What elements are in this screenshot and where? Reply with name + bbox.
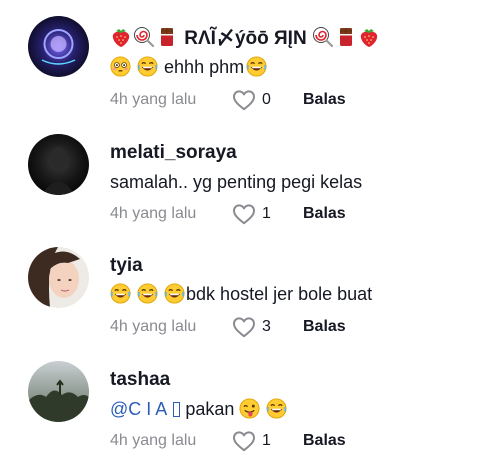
reply-button[interactable]: Balas (303, 203, 346, 225)
comment-timestamp: 4h yang lalu (110, 205, 197, 222)
strawberry-icon (358, 26, 380, 48)
reply-button[interactable]: Balas (303, 89, 346, 111)
comment-text: ehhh phm (110, 56, 268, 78)
comment-item: tashaa @C I A pakan 4h yang lalu 1 Balas (0, 346, 482, 458)
avatar[interactable]: ~ (28, 16, 89, 77)
comment-timestamp: 4h yang lalu (110, 318, 197, 335)
comment-item: melati_soraya samalah.. yg penting pegi … (0, 118, 482, 230)
reply-button[interactable]: Balas (303, 430, 346, 452)
tears-of-joy-icon (246, 56, 267, 77)
comment-text-body: bdk hostel jer bole buat (186, 284, 373, 304)
comment-text: samalah.. yg penting pegi kelas (110, 172, 363, 192)
winking-tongue-icon (239, 398, 260, 419)
comment-text: bdk hostel jer bole buat (110, 283, 372, 305)
comment-timestamp: 4h yang lalu (110, 91, 197, 108)
like-count: 0 (262, 91, 271, 108)
mention-link[interactable]: @C I A (110, 399, 166, 419)
comment-username[interactable]: tyia (110, 255, 143, 277)
strawberry-icon (110, 26, 132, 48)
tears-of-joy-icon (137, 283, 158, 304)
heart-outline-icon[interactable] (232, 203, 256, 225)
comment-text: @C I A pakan (110, 398, 288, 420)
like-count: 3 (262, 318, 271, 335)
heart-outline-icon[interactable] (232, 430, 256, 452)
lollipop-icon (133, 26, 155, 48)
flushed-face-icon (110, 56, 131, 77)
avatar[interactable] (28, 247, 89, 308)
tears-of-joy-icon (137, 56, 158, 77)
like-count: 1 (262, 432, 271, 449)
tears-of-joy-icon (164, 283, 185, 304)
username-text: RΛĨ〆ýōō ЯĮN (184, 28, 307, 49)
avatar[interactable] (28, 361, 89, 422)
tears-of-joy-icon (110, 283, 131, 304)
comment-username[interactable]: tashaa (110, 369, 170, 391)
avatar[interactable] (28, 134, 89, 195)
reply-button[interactable]: Balas (303, 316, 346, 338)
comment-timestamp: 4h yang lalu (110, 432, 197, 449)
chocolate-icon (156, 26, 178, 48)
heart-outline-icon[interactable] (232, 316, 256, 338)
svg-text:~: ~ (57, 62, 60, 68)
comment-item: ~ RΛĨ〆ýōō ЯĮN ehhh phm 4h yang lalu 0 Ba… (0, 0, 482, 112)
comment-username[interactable]: melati_soraya (110, 142, 237, 164)
comment-username[interactable]: RΛĨ〆ýōō ЯĮN (110, 26, 381, 50)
heart-outline-icon[interactable] (232, 89, 256, 111)
tears-of-joy-icon (266, 398, 287, 419)
lollipop-icon (312, 26, 334, 48)
comment-text-body: ehhh phm (164, 57, 245, 77)
comment-item: tyia bdk hostel jer bole buat 4h yang la… (0, 232, 482, 344)
like-count: 1 (262, 205, 271, 222)
comment-text-body: pakan (185, 399, 235, 419)
chocolate-icon (335, 26, 357, 48)
missing-glyph-icon (173, 402, 181, 417)
